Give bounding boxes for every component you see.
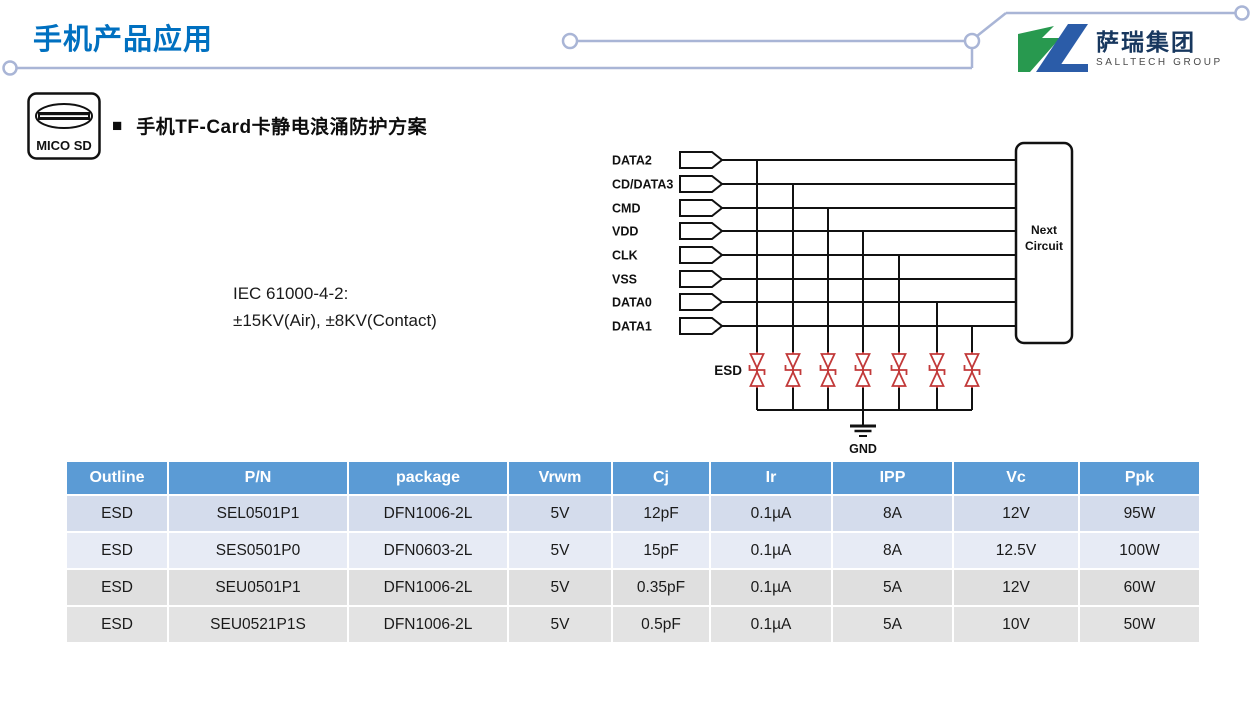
table-row: ESDSEL0501P1DFN1006-2L5V12pF0.1µA8A12V95… <box>67 496 1199 531</box>
table-cell: 5V <box>509 533 611 568</box>
esd-diode <box>787 354 800 368</box>
table-cell: SEU0501P1 <box>169 570 347 605</box>
table-cell: 12V <box>954 570 1078 605</box>
esd-diode <box>751 372 764 386</box>
logo-cn-name: 萨瑞集团 <box>1096 29 1223 55</box>
column-header: package <box>349 462 507 494</box>
table-cell: DFN1006-2L <box>349 496 507 531</box>
esd-diode <box>931 372 944 386</box>
signal-connector <box>680 223 722 239</box>
next-circuit-label: Circuit <box>1025 239 1063 253</box>
column-header: IPP <box>833 462 952 494</box>
signal-label: VSS <box>612 273 637 287</box>
table-cell: 60W <box>1080 570 1199 605</box>
micro-sd-icon: MICO SD <box>27 92 101 160</box>
signal-connector <box>680 176 722 192</box>
esd-diode <box>822 354 835 368</box>
logo-en-name: SALLTECH GROUP <box>1096 57 1223 68</box>
table-cell: 0.1µA <box>711 607 831 642</box>
table-header-row: OutlineP/NpackageVrwmCjIrIPPVcPpk <box>67 462 1199 494</box>
esd-diode <box>857 354 870 368</box>
table-cell: DFN0603-2L <box>349 533 507 568</box>
table-cell: 12.5V <box>954 533 1078 568</box>
signal-connector <box>680 152 722 168</box>
table-cell: 8A <box>833 496 952 531</box>
table-cell: 5V <box>509 607 611 642</box>
esd-diode <box>966 372 979 386</box>
section-heading: ■ 手机TF-Card卡静电浪涌防护方案 <box>112 112 427 139</box>
iec-standard-line2: ±15KV(Air), ±8KV(Contact) <box>233 307 437 334</box>
esd-label: ESD <box>714 363 742 378</box>
table-cell: ESD <box>67 533 167 568</box>
signal-label: DATA0 <box>612 296 652 310</box>
table-cell: 5V <box>509 570 611 605</box>
gnd-label: GND <box>849 442 877 456</box>
table-row: ESDSEU0501P1DFN1006-2L5V0.35pF0.1µA5A12V… <box>67 570 1199 605</box>
esd-parts-spec-table: OutlineP/NpackageVrwmCjIrIPPVcPpkESDSEL0… <box>65 460 1201 644</box>
table-row: ESDSEU0521P1SDFN1006-2L5V0.5pF0.1µA5A10V… <box>67 607 1199 642</box>
signal-label: DATA1 <box>612 320 652 334</box>
table-cell: 100W <box>1080 533 1199 568</box>
esd-diode <box>893 354 906 368</box>
table-cell: 95W <box>1080 496 1199 531</box>
table-cell: 0.1µA <box>711 533 831 568</box>
esd-diode <box>857 372 870 386</box>
esd-diode <box>751 354 764 368</box>
table-cell: SES0501P0 <box>169 533 347 568</box>
column-header: Outline <box>67 462 167 494</box>
micro-sd-label: MICO SD <box>36 138 92 153</box>
esd-diode <box>931 354 944 368</box>
company-logo: 萨瑞集团 SALLTECH GROUP <box>1016 24 1223 72</box>
signal-label: CLK <box>612 249 638 263</box>
salltech-logo-mark <box>1016 24 1088 72</box>
table-cell: ESD <box>67 570 167 605</box>
bullet-square-icon: ■ <box>112 116 122 135</box>
table-cell: DFN1006-2L <box>349 570 507 605</box>
table-cell: ESD <box>67 607 167 642</box>
esd-diode <box>822 372 835 386</box>
signal-connector <box>680 294 722 310</box>
signal-connector <box>680 200 722 216</box>
esd-diode <box>966 354 979 368</box>
signal-connector <box>680 318 722 334</box>
table-cell: 0.35pF <box>613 570 709 605</box>
table-cell: 8A <box>833 533 952 568</box>
column-header: Vrwm <box>509 462 611 494</box>
column-header: P/N <box>169 462 347 494</box>
slide-page: 手机产品应用 DATA2CD/DATA3CMDVDDCLKVSSDATA0DAT… <box>0 0 1257 706</box>
column-header: Cj <box>613 462 709 494</box>
table-cell: 15pF <box>613 533 709 568</box>
column-header: Vc <box>954 462 1078 494</box>
iec-standard-note: IEC 61000-4-2: ±15KV(Air), ±8KV(Contact) <box>233 280 437 334</box>
table-cell: SEL0501P1 <box>169 496 347 531</box>
esd-diode <box>893 372 906 386</box>
table-cell: 5V <box>509 496 611 531</box>
table-cell: 12V <box>954 496 1078 531</box>
next-circuit-label: Next <box>1031 223 1057 237</box>
table-cell: 5A <box>833 607 952 642</box>
section-heading-label: 手机TF-Card卡静电浪涌防护方案 <box>136 112 427 139</box>
table-cell: 0.5pF <box>613 607 709 642</box>
table-cell: 50W <box>1080 607 1199 642</box>
column-header: Ir <box>711 462 831 494</box>
signal-connector <box>680 271 722 287</box>
signal-label: CD/DATA3 <box>612 178 673 192</box>
signal-label: VDD <box>612 225 638 239</box>
table-row: ESDSES0501P0DFN0603-2L5V15pF0.1µA8A12.5V… <box>67 533 1199 568</box>
table-cell: 10V <box>954 607 1078 642</box>
signal-connector <box>680 247 722 263</box>
signal-label: DATA2 <box>612 154 652 168</box>
table-cell: 0.1µA <box>711 570 831 605</box>
esd-diode <box>787 372 800 386</box>
iec-standard-line1: IEC 61000-4-2: <box>233 280 437 307</box>
table-cell: DFN1006-2L <box>349 607 507 642</box>
table-cell: 5A <box>833 570 952 605</box>
table-cell: ESD <box>67 496 167 531</box>
table-cell: SEU0521P1S <box>169 607 347 642</box>
table-cell: 12pF <box>613 496 709 531</box>
column-header: Ppk <box>1080 462 1199 494</box>
table-cell: 0.1µA <box>711 496 831 531</box>
signal-label: CMD <box>612 202 640 216</box>
